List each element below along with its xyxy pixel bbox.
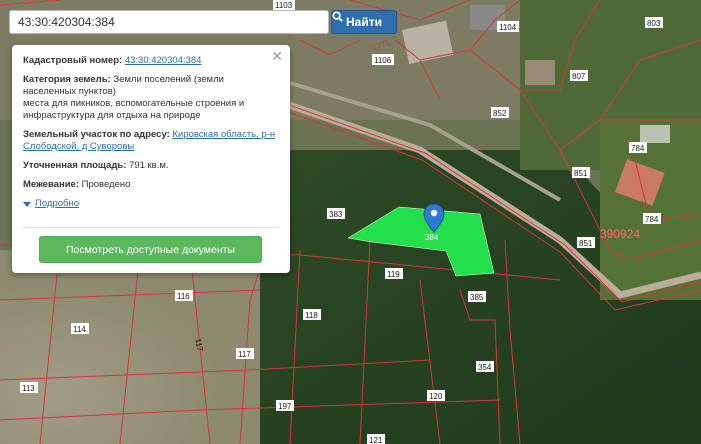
- parcel-label-784b: 784: [643, 213, 661, 224]
- cadastral-number-row: Кадастровый номер: 43:30:420304:384: [23, 55, 280, 67]
- search-button[interactable]: Найти: [331, 10, 397, 34]
- svg-text:1104: 1104: [499, 23, 517, 32]
- survey-label: Межевание:: [23, 179, 79, 190]
- close-icon[interactable]: ✕: [271, 49, 283, 63]
- land-category-value-2: населенных пунктов): [23, 86, 116, 97]
- svg-text:114: 114: [73, 325, 86, 334]
- svg-text:383: 383: [329, 210, 343, 219]
- svg-text:121: 121: [369, 436, 383, 444]
- parcel-label-784a: 784: [629, 142, 647, 153]
- svg-text:1103: 1103: [275, 1, 293, 10]
- svg-text:197: 197: [278, 402, 292, 411]
- parcel-label-120: 120: [427, 390, 445, 401]
- parcel-label-121: 121: [367, 434, 385, 444]
- survey-row: Межевание: Проведено: [23, 179, 280, 191]
- view-documents-button[interactable]: Посмотреть доступные документы: [39, 236, 262, 263]
- svg-text:784: 784: [631, 144, 645, 153]
- map-view[interactable]: 1103 1104 803 1771 1106 807 852 784 851 …: [0, 0, 701, 444]
- cadastral-number-label: Кадастровый номер:: [23, 55, 123, 66]
- details-toggle[interactable]: Подробно: [23, 198, 280, 210]
- svg-text:117: 117: [238, 350, 251, 359]
- parcel-label-119: 119: [385, 268, 403, 279]
- cadastral-number-link[interactable]: 43:30:420304:384: [125, 55, 202, 66]
- parcel-label-1104: 1104: [497, 21, 519, 32]
- address-link-1[interactable]: Кировская область, р-н: [172, 129, 275, 140]
- svg-text:116: 116: [177, 292, 190, 301]
- search-icon: [332, 11, 343, 22]
- svg-text:385: 385: [470, 293, 484, 302]
- svg-text:118: 118: [305, 311, 318, 320]
- land-category-row: Категория земель: Земли поселений (земли…: [23, 74, 280, 122]
- svg-text:852: 852: [493, 109, 507, 118]
- svg-text:384: 384: [425, 233, 439, 242]
- parcel-label-383: 383: [327, 208, 345, 219]
- parcel-label-807: 807: [570, 70, 588, 81]
- parcel-label-354: 354: [476, 361, 494, 372]
- parcel-info-popup: ✕ Кадастровый номер: 43:30:420304:384 Ка…: [12, 45, 290, 273]
- caret-down-icon: [23, 201, 31, 207]
- svg-text:390924: 390924: [600, 227, 640, 241]
- address-link-2[interactable]: Слободской, д Суворовы: [23, 141, 134, 152]
- svg-text:784: 784: [645, 215, 659, 224]
- parcel-label-390924: 390924: [600, 227, 640, 241]
- parcel-label-384: 384: [425, 233, 439, 242]
- land-category-value-4: инфраструктура для отдыха на природе: [23, 110, 201, 121]
- parcel-label-851b: 851: [577, 237, 595, 248]
- area-row: Уточненная площадь: 791 кв.м.: [23, 160, 280, 172]
- svg-text:354: 354: [478, 363, 492, 372]
- svg-text:113: 113: [22, 384, 35, 393]
- survey-value: Проведено: [81, 179, 131, 190]
- parcel-label-116: 116: [175, 290, 193, 301]
- land-category-label: Категория земель:: [23, 74, 111, 85]
- parcel-label-385: 385: [468, 291, 486, 302]
- svg-text:119: 119: [387, 270, 400, 279]
- svg-text:1106: 1106: [374, 56, 392, 65]
- land-category-value-1: Земли поселений (земли: [113, 74, 224, 85]
- svg-text:120: 120: [429, 392, 443, 401]
- address-row: Земельный участок по адресу: Кировская о…: [23, 129, 280, 153]
- land-category-value-3: места для пикников, вспомогательные стро…: [23, 98, 245, 109]
- parcel-label-1103: 1103: [273, 0, 295, 10]
- svg-text:803: 803: [647, 19, 661, 28]
- parcel-label-197: 197: [276, 400, 294, 411]
- svg-text:851: 851: [579, 239, 593, 248]
- parcel-label-113: 113: [20, 382, 38, 393]
- parcel-label-1106: 1106: [372, 54, 394, 65]
- search-button-label: Найти: [346, 15, 382, 29]
- details-link[interactable]: Подробно: [35, 198, 79, 210]
- area-value: 791 кв.м.: [129, 160, 169, 171]
- parcel-label-851a: 851: [572, 167, 590, 178]
- divider: [23, 227, 279, 228]
- search-input[interactable]: [9, 10, 329, 34]
- parcel-label-803: 803: [645, 17, 663, 28]
- area-label: Уточненная площадь:: [23, 160, 127, 171]
- parcel-label-114: 114: [71, 323, 89, 334]
- parcel-label-117b: 117: [236, 348, 254, 359]
- svg-text:851: 851: [574, 169, 588, 178]
- address-label: Земельный участок по адресу:: [23, 129, 170, 140]
- parcel-label-118: 118: [303, 309, 321, 320]
- parcel-label-852: 852: [491, 107, 509, 118]
- svg-text:807: 807: [572, 72, 586, 81]
